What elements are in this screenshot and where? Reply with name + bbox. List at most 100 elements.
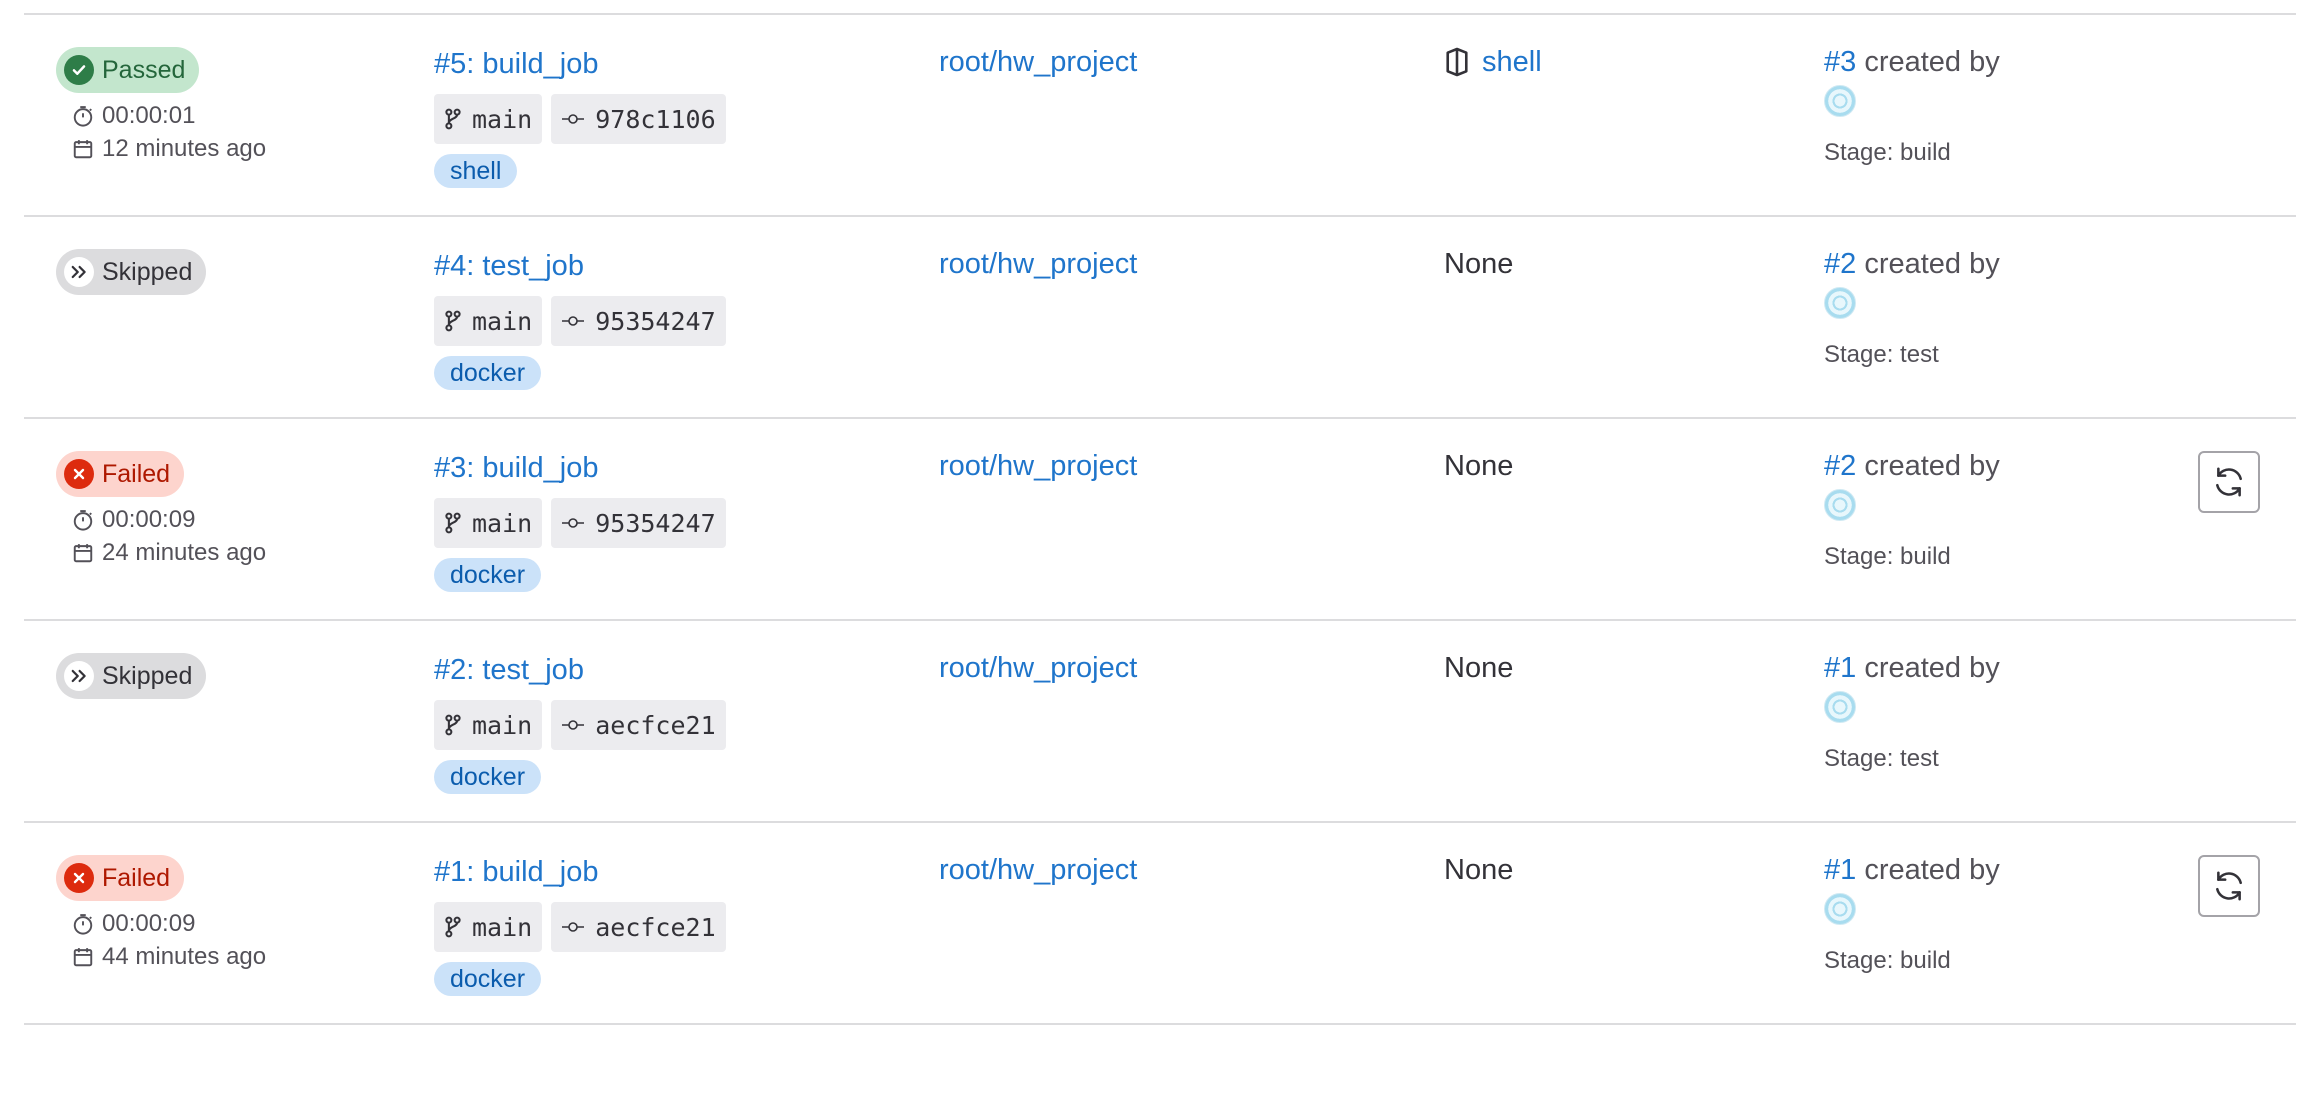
created-by-label: created by (1864, 248, 2000, 280)
status-badge[interactable]: Skipped (56, 653, 207, 699)
job-row: Failed 00:00:09 24 minutes ago #3: build… (24, 419, 2296, 621)
stage-label: Stage: build (1824, 139, 1951, 166)
pipeline-cell: #3 created by Stage: build (1824, 45, 2000, 167)
calendar-icon (73, 139, 93, 158)
status-icon (64, 257, 94, 287)
branch-ref[interactable]: main (434, 296, 543, 346)
stage-label: Stage: test (1824, 745, 1939, 772)
finished-text: 12 minutes ago (102, 134, 267, 162)
retry-icon (2216, 871, 2242, 901)
commit-ref[interactable]: 95354247 (551, 498, 726, 548)
project-link[interactable]: root/hw_project (939, 450, 1137, 482)
duration-text: 00:00:01 (102, 101, 196, 129)
status-badge[interactable]: Failed (56, 451, 185, 497)
created-by-label: created by (1864, 46, 2000, 78)
runner-cell: None (1444, 449, 1513, 483)
pipeline-link[interactable]: #2 (1824, 450, 1856, 482)
runner-tag: docker (434, 558, 542, 592)
pipeline-info: #2 created by (1824, 449, 2000, 483)
job-link[interactable]: #4: test_job (434, 249, 726, 283)
retry-button[interactable] (2198, 855, 2260, 917)
runner-tag: docker (434, 962, 542, 996)
job-row: Skipped #4: test_job main 95354247 docke… (24, 217, 2296, 419)
avatar[interactable] (1824, 85, 1856, 117)
calendar-icon (73, 947, 93, 966)
pipeline-link[interactable]: #3 (1824, 46, 1856, 78)
project-cell: root/hw_project (939, 853, 1137, 887)
status-badge[interactable]: Skipped (56, 249, 207, 295)
branch-ref[interactable]: main (434, 700, 543, 750)
status-icon (64, 459, 94, 489)
runner: None (1444, 853, 1513, 887)
double-chevron-right-icon (71, 669, 86, 683)
commit-ref[interactable]: 978c1106 (551, 94, 726, 144)
finished-time: 24 minutes ago (72, 536, 266, 569)
commit-sha: aecfce21 (595, 710, 716, 740)
jobs-table: Passed 00:00:01 12 minutes ago #5: build… (24, 0, 2296, 1025)
runner-none: None (1444, 854, 1514, 886)
avatar[interactable] (1824, 489, 1856, 521)
pipeline-link[interactable]: #1 (1824, 854, 1856, 886)
duration: 00:00:09 (72, 907, 266, 940)
avatar[interactable] (1824, 893, 1856, 925)
job-link[interactable]: #2: test_job (434, 653, 726, 687)
job-link[interactable]: #5: build_job (434, 47, 726, 81)
job-refs: main 95354247 (434, 296, 726, 346)
job-refs: main aecfce21 (434, 700, 726, 750)
branch-ref[interactable]: main (434, 94, 543, 144)
project-cell: root/hw_project (939, 651, 1137, 685)
job-timing: 00:00:01 12 minutes ago (56, 99, 266, 165)
job-link[interactable]: #3: build_job (434, 451, 726, 485)
status-icon (64, 863, 94, 893)
runner-link[interactable]: shell (1482, 45, 1542, 79)
status-badge[interactable]: Failed (56, 855, 185, 901)
runner-cell: None (1444, 247, 1513, 281)
commit-ref[interactable]: aecfce21 (551, 902, 726, 952)
runner-cell: shell (1444, 45, 1542, 79)
commit-icon (562, 316, 585, 326)
pipeline-info: #1 created by (1824, 853, 2000, 887)
job-cell: #2: test_job main aecfce21 docker (434, 653, 726, 794)
branch-ref[interactable]: main (434, 902, 543, 952)
status-cell: Failed 00:00:09 44 minutes ago (56, 855, 266, 973)
status-label: Skipped (102, 257, 193, 286)
commit-ref[interactable]: 95354247 (551, 296, 726, 346)
pipeline-info: #3 created by (1824, 45, 2000, 79)
branch-name: main (472, 710, 533, 740)
runner: shell (1444, 45, 1542, 79)
finished-time: 12 minutes ago (72, 132, 266, 165)
pipeline-link[interactable]: #2 (1824, 248, 1856, 280)
runner: None (1444, 247, 1513, 281)
pipeline-link[interactable]: #1 (1824, 652, 1856, 684)
runner-tag: docker (434, 356, 542, 390)
avatar[interactable] (1824, 691, 1856, 723)
status-icon (64, 661, 94, 691)
pipeline-cell: #1 created by Stage: build (1824, 853, 2000, 975)
project-link[interactable]: root/hw_project (939, 248, 1137, 280)
jobs-table-body: Passed 00:00:01 12 minutes ago #5: build… (24, 15, 2296, 1025)
project-link[interactable]: root/hw_project (939, 854, 1137, 886)
created-by-label: created by (1864, 854, 2000, 886)
project-link[interactable]: root/hw_project (939, 652, 1137, 684)
timer-icon (73, 105, 93, 127)
branch-name: main (472, 104, 533, 134)
job-link[interactable]: #1: build_job (434, 855, 726, 889)
duration: 00:00:01 (72, 99, 266, 132)
commit-ref[interactable]: aecfce21 (551, 700, 726, 750)
job-cell: #5: build_job main 978c1106 shell (434, 47, 726, 188)
stage-label: Stage: build (1824, 947, 1951, 974)
branch-ref[interactable]: main (434, 498, 543, 548)
avatar[interactable] (1824, 287, 1856, 319)
timer-icon (73, 509, 93, 531)
runner-tag: shell (434, 154, 518, 188)
check-circle-icon (72, 65, 86, 75)
retry-icon (2216, 467, 2242, 497)
runner-icon (1446, 47, 1468, 77)
commit-sha: 95354247 (595, 306, 716, 336)
commit-icon (562, 720, 585, 730)
status-badge[interactable]: Passed (56, 47, 200, 93)
status-label: Failed (102, 459, 171, 488)
pipeline-cell: #2 created by Stage: build (1824, 449, 2000, 571)
retry-button[interactable] (2198, 451, 2260, 513)
project-link[interactable]: root/hw_project (939, 46, 1137, 78)
